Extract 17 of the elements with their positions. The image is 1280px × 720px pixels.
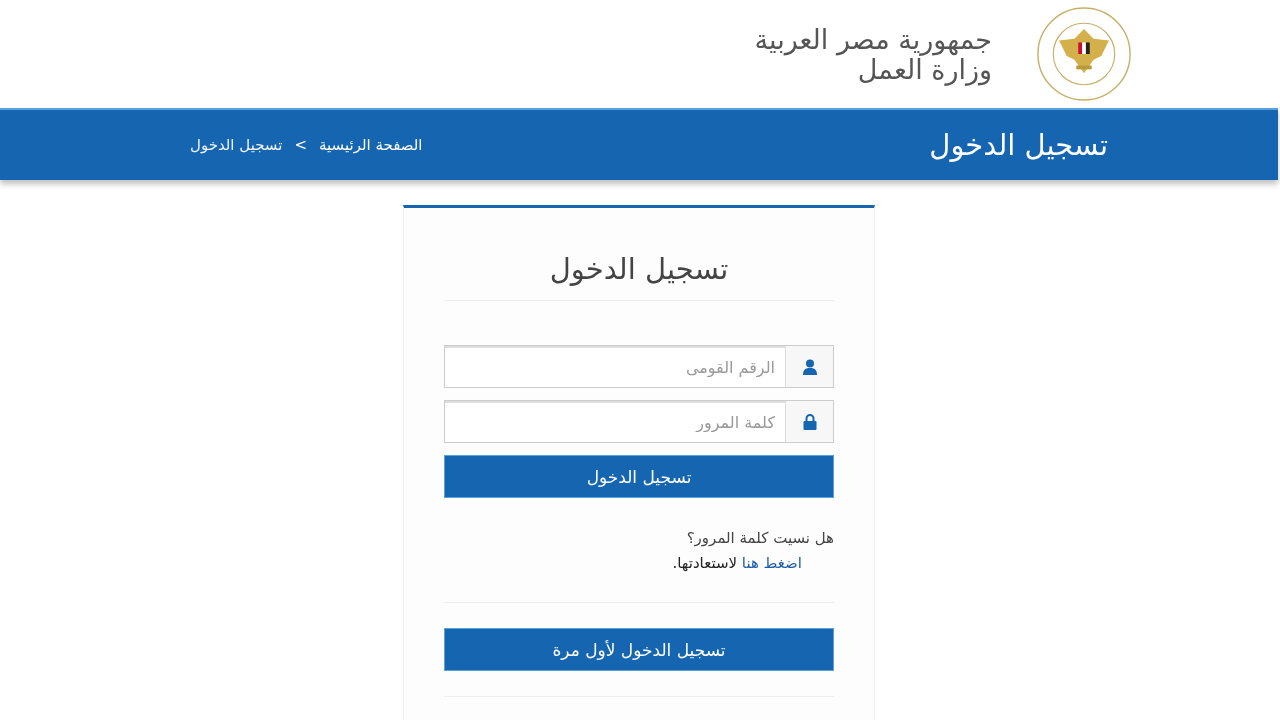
breadcrumb-link[interactable]: الصفحة الرئيسية — [319, 136, 423, 154]
page-title: تسجيل الدخول — [929, 128, 1108, 162]
recover-text: لاستعادتها. — [672, 554, 738, 572]
lock-icon — [802, 413, 817, 430]
click-here-link[interactable]: اضغط هنا — [741, 554, 802, 572]
password-field[interactable]: كلمة المرور — [444, 400, 834, 443]
login-button[interactable]: تسجيل الدخول — [444, 455, 834, 498]
ministry-emblem-icon — [1036, 6, 1132, 102]
user-icon — [802, 358, 817, 375]
first-login-button[interactable]: تسجيل الدخول لأول مرة — [444, 628, 834, 671]
header-title: وزارة العمل — [857, 55, 992, 85]
breadcrumb-current: تسجيل الدخول — [190, 136, 283, 154]
header-title: جمهورية مصر العربية — [754, 25, 992, 55]
breadcrumb-separator: > — [293, 136, 308, 154]
login-title: تسجيل الدخول — [548, 252, 730, 286]
forgot-password-text: هل نسيت كلمة المرور؟ — [685, 528, 834, 549]
national-id-field[interactable]: الرقم القومى — [444, 345, 834, 388]
